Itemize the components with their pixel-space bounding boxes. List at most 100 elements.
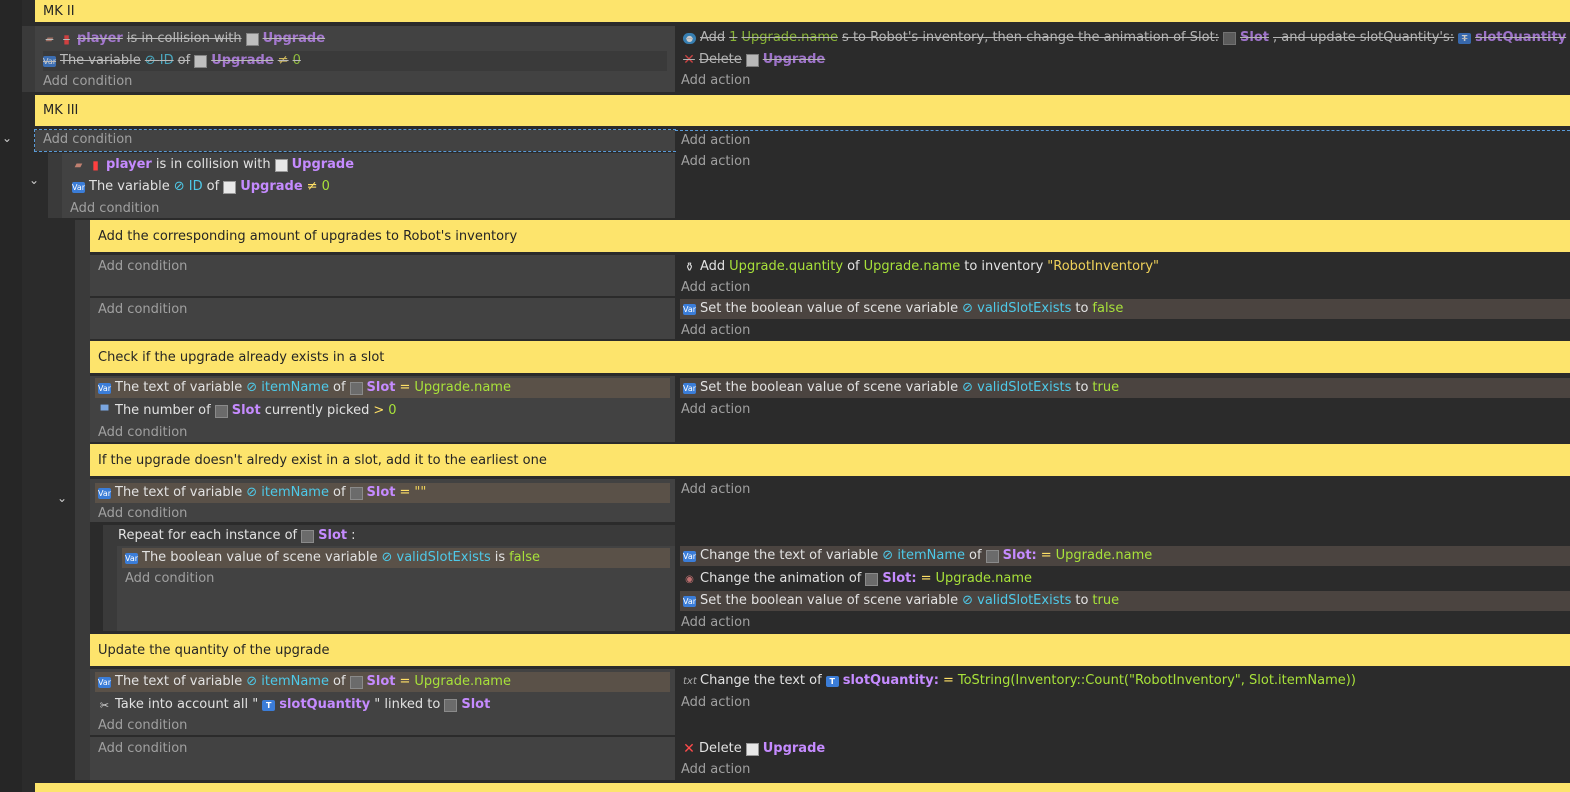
action-delete-upgrade[interactable]: ✕ Delete Upgrade [683,739,825,759]
text: : [351,528,356,543]
object-slot: Slot [366,485,396,500]
add-action-link[interactable]: Add action [681,693,750,713]
delete-x-icon: ✕ [683,740,695,757]
add-action-link[interactable]: Add action [681,152,750,172]
object-upgrade: Upgrade [211,53,274,68]
operator: = [399,674,411,689]
value: false [1092,301,1124,316]
condition-linked-objects[interactable]: ✂ Take into account all " T slotQuantity "… [98,695,490,715]
add-action-link[interactable]: Add action [681,278,750,298]
chevron-down-icon[interactable]: ⌄ [55,491,69,505]
comment-text: If the upgrade doesn't alredy exist in a… [98,452,547,468]
condition-itemname-empty[interactable]: Var The text of variable ⊘ itemName of S… [95,483,670,503]
variable-id: ⊘ ID [173,179,203,194]
inventory-icon: ⚱ [684,259,695,274]
text: Set the boolean value of scene variable [700,301,959,316]
condition-bool-false[interactable]: Var The boolean value of scene variable … [122,548,670,568]
action-set-bool-true[interactable]: Var Set the boolean value of scene varia… [680,591,1570,611]
add-condition-link[interactable]: Add condition [98,300,187,320]
text: s to Robot's inventory, then change the … [842,30,1220,45]
object-slot: Slot [231,403,261,418]
add-condition-link[interactable]: Add condition [98,423,187,443]
add-condition-link[interactable]: Add condition [125,569,214,589]
value: Upgrade.name [1055,548,1153,563]
text: The text of variable [115,485,243,500]
value: ToString(Inventory::Count("RobotInventor… [957,673,1356,688]
text: to [1075,593,1089,608]
comment-text: Update the quantity of the upgrade [98,642,330,658]
condition-variable-id[interactable]: Var The variable ⊘ ID of Upgrade ≠ 0 [43,51,667,71]
comment-check-exists[interactable]: Check if the upgrade already exists in a… [90,341,1570,373]
delete-x-icon: ✕ [683,51,695,68]
event-gutter[interactable] [22,26,35,92]
pick-count-icon: ▀ [100,405,109,417]
condition-collision[interactable]: ▰ ▮ player is in collision with Upgrade [43,29,325,49]
operator: = [399,485,411,500]
add-action-link[interactable]: Add action [681,400,750,420]
add-action-link[interactable]: Add action [681,131,750,151]
slot-object-icon [349,675,363,689]
condition-text-itemname[interactable]: Var The text of variable ⊘ itemName of S… [95,378,670,398]
text: Set the boolean value of scene variable [700,593,959,608]
comment-mk2[interactable]: MK II [35,0,1570,22]
add-action-link[interactable]: Add action [681,760,750,780]
event-update-qty-conditions: Var The text of variable ⊘ itemName of S… [90,669,675,735]
text: of [847,259,860,274]
condition-collision[interactable]: ▰ ▮ player is in collision with Upgrade [72,155,354,175]
object-slot: Slot: [1002,548,1037,563]
comment-next[interactable] [35,783,1570,792]
action-set-bool-false[interactable]: Var Set the boolean value of scene varia… [680,299,1570,319]
slot-object-icon [214,404,228,418]
action-change-itemname[interactable]: Var Change the text of variable ⊘ itemNa… [680,546,1570,566]
add-action-link[interactable]: Add action [681,71,750,91]
chevron-down-icon[interactable]: ⌄ [0,131,14,145]
add-condition-link[interactable]: Add condition [70,199,159,219]
action-delete-mk2[interactable]: ✕ Delete Upgrade [683,50,825,70]
action-change-animation[interactable]: ◉ Change the animation of Slot: = Upgrad… [683,569,1032,589]
add-action-link[interactable]: Add action [681,613,750,633]
text: The variable [60,53,141,68]
repeat-header[interactable]: Repeat for each instance of Slot: [103,525,675,546]
add-condition-link[interactable]: Add condition [98,257,187,277]
action-set-bool-true[interactable]: Var Set the boolean value of scene varia… [680,378,1570,398]
action-add-to-inventory[interactable]: ⚱ Add Upgrade.quantity of Upgrade.name t… [683,257,1159,277]
variable-icon: Var [98,487,112,499]
player-icon: ▮ [92,157,99,172]
player-icon: ▮ [63,31,70,46]
collision-icon: ▰ [45,33,54,45]
object-slot: Slot [461,697,491,712]
upgrade-object-icon [245,32,259,46]
event-collision-actions: Add action [675,153,1570,218]
collision-icon: ▰ [74,159,83,171]
event-delete-conditions: Add condition [90,737,675,780]
value: false [509,550,541,565]
action-add-inventory-mk2[interactable]: ● Add 1 Upgrade.name s to Robot's invento… [683,28,1570,48]
add-condition-link[interactable]: Add condition [43,130,132,150]
add-condition-link[interactable]: Add condition [98,716,187,736]
text: Set the boolean value of scene variable [700,380,959,395]
text: of [332,674,346,689]
text: of [332,485,346,500]
condition-variable-id[interactable]: Var The variable ⊘ ID of Upgrade ≠ 0 [72,177,330,197]
chevron-down-icon[interactable]: ⌄ [27,173,41,187]
add-condition-link[interactable]: Add condition [98,504,187,524]
comment-mk3[interactable]: MK III [35,95,1570,126]
animation-icon: ◉ [685,573,694,585]
condition-text-itemname[interactable]: Var The text of variable ⊘ itemName of S… [95,672,670,692]
add-action-link[interactable]: Add action [681,480,750,500]
add-action-link[interactable]: Add action [681,321,750,341]
comment-not-exists[interactable]: If the upgrade doesn't alredy exist in a… [90,444,1570,476]
event-gutter[interactable] [48,153,62,218]
action-change-text[interactable]: txt Change the text of T slotQuantity: =… [683,671,1356,691]
slot-object-icon [444,698,458,712]
upgrade-object-icon [745,742,759,756]
text: Repeat for each instance of [118,528,298,543]
add-condition-link[interactable]: Add condition [98,739,187,759]
condition-pick-count[interactable]: ▀ The number of Slot currently picked > … [98,401,397,421]
slot-object-icon [985,549,999,563]
comment-update-qty[interactable]: Update the quantity of the upgrade [90,634,1570,666]
comment-add-amount[interactable]: Add the corresponding amount of upgrades… [90,220,1570,252]
value: true [1092,593,1120,608]
add-condition-link[interactable]: Add condition [43,72,132,92]
event-empty-slot-actions: Add action [675,479,1570,522]
